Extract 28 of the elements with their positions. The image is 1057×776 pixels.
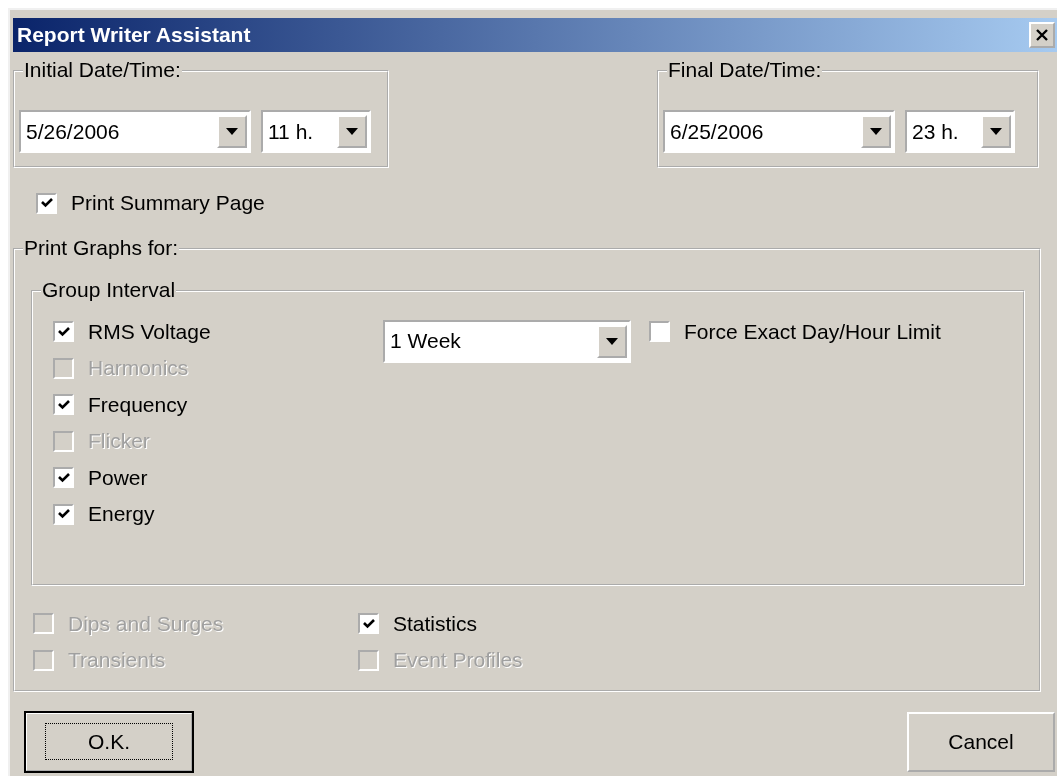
checkbox[interactable] [53,503,74,525]
checkbox[interactable] [36,192,57,214]
checkbox[interactable] [649,321,670,343]
checkbox-label: Print Summary Page [71,191,265,216]
ok-button[interactable]: O.K. [25,711,193,772]
checkbox[interactable] [53,394,74,416]
close-button[interactable] [1029,22,1055,48]
check-icon [56,397,71,412]
date-combo[interactable]: 6/25/2006 [663,110,895,153]
checkbox-label: Frequency [88,392,188,417]
date-combo[interactable]: 5/26/2006 [19,110,251,153]
checkbox-label: RMS Voltage [88,319,211,344]
checkbox-label: Force Exact Day/Hour Limit [684,319,941,344]
checkbox-label: Power [88,465,148,490]
window-title: Report Writer Assistant [17,23,251,47]
interval-combo[interactable]: 1 Week [383,319,631,363]
checkbox-label: Statistics [393,611,478,636]
check-icon [361,616,376,631]
checkbox-label: Energy [88,502,155,527]
close-icon [1035,28,1049,42]
cancel-button[interactable]: Cancel [907,711,1055,772]
checkbox[interactable] [53,467,74,489]
checkbox[interactable] [53,321,74,343]
hour-combo[interactable]: 23 h. [905,110,1015,153]
check-icon [56,470,71,485]
check-icon [56,324,71,339]
checkbox[interactable] [358,613,379,635]
hour-combo[interactable]: 11 h. [261,110,371,153]
